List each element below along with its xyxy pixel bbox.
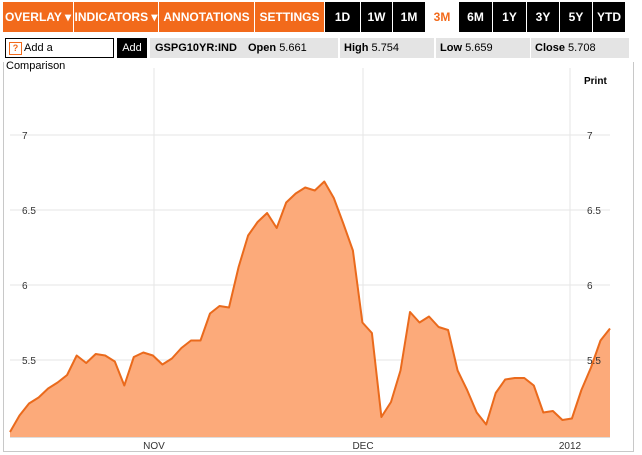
y-tick-label-right: 6 xyxy=(587,281,593,292)
y-tick-label-left: 6 xyxy=(22,281,28,292)
price-area-fill xyxy=(10,181,610,437)
y-tick-label-right: 6.5 xyxy=(587,206,601,217)
price-chart[interactable]: 5.5 5.5 6 6 6.5 6.5 7 7 NOV DEC 2012 xyxy=(0,0,642,455)
y-tick-label-left: 6.5 xyxy=(22,206,36,217)
y-tick-label-right: 7 xyxy=(587,131,593,142)
y-tick-label-left: 5.5 xyxy=(22,356,36,367)
price-series xyxy=(9,180,611,437)
x-tick-label: NOV xyxy=(143,441,165,452)
x-tick-label: 2012 xyxy=(559,441,582,452)
y-tick-label-right: 5.5 xyxy=(587,356,601,367)
x-tick-label: DEC xyxy=(352,441,373,452)
y-tick-label-left: 7 xyxy=(22,131,28,142)
